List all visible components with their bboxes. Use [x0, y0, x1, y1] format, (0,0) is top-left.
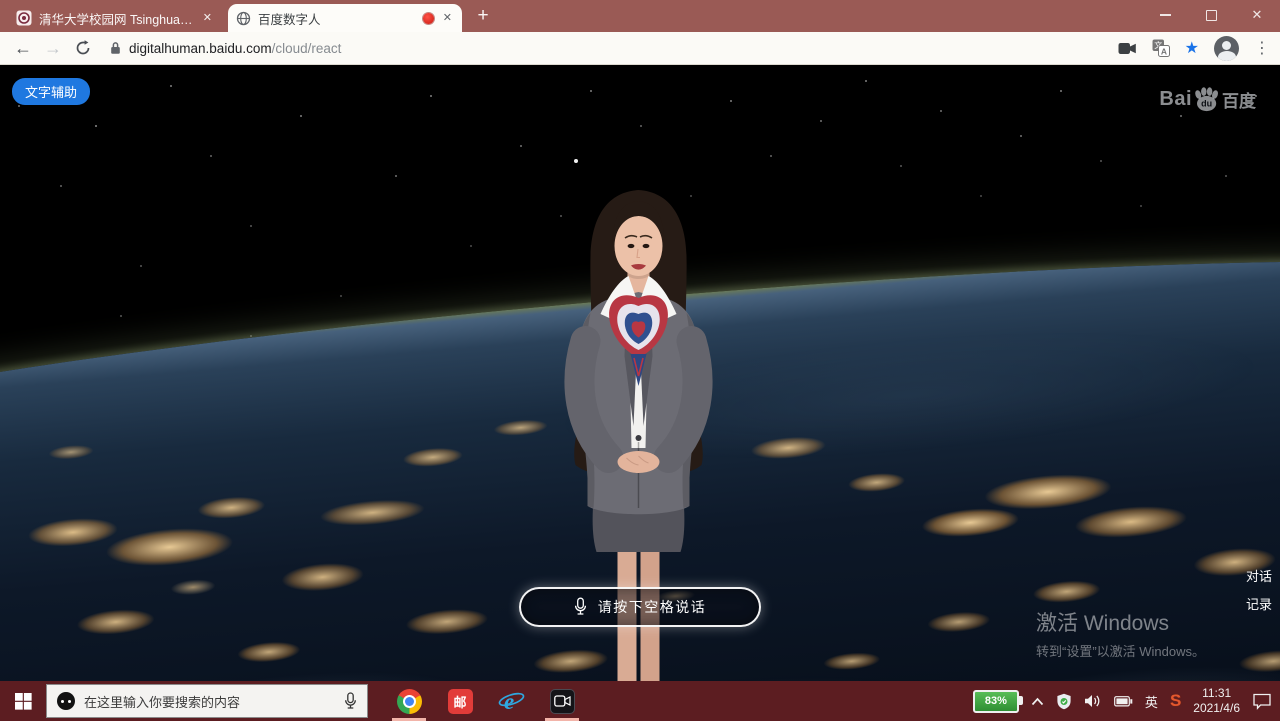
browser-toolbar: ← → digitalhuman.baidu.com/cloud/react 文…: [0, 32, 1280, 65]
taskbar-chrome-button[interactable]: [394, 681, 424, 721]
search-placeholder: 在这里输入你要搜索的内容: [84, 692, 335, 711]
recording-dot-icon: [423, 13, 434, 24]
battery-widget[interactable]: 83%: [973, 690, 1019, 713]
system-tray: 83% 英 S 11:31 2021/4/6: [973, 686, 1272, 716]
url-path: /cloud/react: [272, 41, 342, 56]
search-mic-icon[interactable]: [344, 692, 357, 711]
tsinghua-logo-icon: [16, 10, 32, 26]
profile-icon[interactable]: [1214, 36, 1239, 61]
taskbar-search-box[interactable]: 在这里输入你要搜索的内容: [46, 684, 368, 718]
svg-text:e: e: [504, 689, 514, 714]
back-icon[interactable]: ←: [8, 38, 38, 59]
baidu-logo-cn: 百度: [1222, 87, 1256, 112]
svg-text:A: A: [1161, 46, 1167, 56]
chevron-up-icon[interactable]: [1031, 697, 1044, 706]
tab-tsinghua[interactable]: 清华大学校园网 Tsinghua Univ ✕: [8, 4, 222, 32]
url-host: digitalhuman.baidu.com: [129, 41, 272, 56]
cortana-icon: [57, 692, 75, 710]
windows-taskbar: 在这里输入你要搜索的内容 邮 e: [0, 681, 1280, 721]
taskbar-ie-button[interactable]: e: [496, 681, 526, 721]
taskbar-mail-button[interactable]: 邮: [445, 681, 475, 721]
ie-icon: e: [498, 688, 525, 714]
translate-icon[interactable]: 文 A: [1152, 39, 1170, 57]
clock-date: 2021/4/6: [1193, 701, 1240, 716]
jacket-button: [636, 435, 642, 441]
camera-icon[interactable]: [1118, 42, 1137, 55]
watermark-subtitle: 转到“设置”以激活 Windows。: [1036, 641, 1205, 660]
mic-prompt-text: 请按下空格说话: [598, 597, 707, 617]
watermark-title: 激活 Windows: [1036, 607, 1205, 637]
camera-app-icon: [550, 689, 575, 714]
volume-icon[interactable]: [1084, 694, 1102, 708]
desktop-screen: 清华大学校园网 Tsinghua Univ ✕ 百度数字人 ✕ + ✕ ← →: [0, 0, 1280, 721]
action-center-icon[interactable]: [1252, 693, 1272, 710]
baidu-logo: Bai du 百度: [1159, 87, 1256, 112]
bookmark-star-icon[interactable]: ★: [1185, 38, 1199, 58]
sogou-icon[interactable]: S: [1170, 691, 1181, 711]
chrome-icon: [397, 689, 422, 714]
restore-button[interactable]: [1188, 0, 1234, 30]
side-panel-tabs: 对话 记录: [1246, 566, 1272, 613]
tab-title: 清华大学校园网 Tsinghua Univ: [39, 9, 194, 28]
menu-dots-icon[interactable]: ⋮: [1254, 38, 1270, 58]
taskbar-apps: 邮 e: [394, 681, 577, 721]
baidu-paw-icon: du: [1193, 87, 1220, 112]
tab-close-button[interactable]: ✕: [201, 11, 214, 26]
side-tab-record[interactable]: 记录: [1246, 594, 1272, 613]
restore-icon: [1206, 10, 1217, 21]
minimize-icon: [1160, 14, 1171, 16]
tab-title: 百度数字人: [258, 9, 416, 28]
digital-human-stage: 文字辅助 Bai du 百度 请按下空格说话: [0, 65, 1280, 681]
battery-percent: 83%: [985, 695, 1007, 707]
clock-time: 11:31: [1193, 686, 1240, 701]
windows-logo-icon: [15, 693, 32, 710]
taskbar-clock[interactable]: 11:31 2021/4/6: [1193, 686, 1240, 716]
toolbar-right-icons: 文 A ★ ⋮: [1118, 36, 1270, 61]
forward-icon[interactable]: →: [38, 38, 68, 59]
svg-text:du: du: [1201, 99, 1212, 109]
window-controls: ✕: [1142, 0, 1280, 30]
reload-icon[interactable]: [68, 40, 98, 56]
lock-icon: [110, 41, 121, 55]
globe-icon: [236, 11, 251, 26]
input-language-indicator[interactable]: 英: [1145, 692, 1158, 711]
mail-icon: 邮: [448, 689, 473, 714]
microphone-icon: [574, 597, 587, 617]
address-bar[interactable]: digitalhuman.baidu.com/cloud/react: [110, 41, 1118, 56]
text-assist-button[interactable]: 文字辅助: [12, 78, 90, 105]
defender-shield-icon[interactable]: [1056, 693, 1072, 710]
side-tab-dialog[interactable]: 对话: [1246, 566, 1272, 585]
windows-activation-watermark: 激活 Windows 转到“设置”以激活 Windows。: [1036, 607, 1205, 660]
press-space-to-talk-pill[interactable]: 请按下空格说话: [519, 587, 761, 627]
taskbar-camera-button[interactable]: [547, 681, 577, 721]
browser-tab-bar: 清华大学校园网 Tsinghua Univ ✕ 百度数字人 ✕ + ✕: [0, 0, 1280, 32]
hands: [618, 451, 660, 473]
tab-close-button[interactable]: ✕: [441, 11, 454, 26]
starfield: [0, 65, 2, 67]
start-button[interactable]: [0, 681, 46, 721]
close-button[interactable]: ✕: [1234, 0, 1280, 30]
tab-baidu-digital-human[interactable]: 百度数字人 ✕: [228, 4, 462, 32]
battery-icon[interactable]: [1114, 696, 1133, 707]
minimize-button[interactable]: [1142, 0, 1188, 30]
url-text: digitalhuman.baidu.com/cloud/react: [129, 41, 341, 56]
new-tab-button[interactable]: +: [470, 3, 496, 29]
baidu-logo-bai: Bai: [1159, 88, 1192, 111]
